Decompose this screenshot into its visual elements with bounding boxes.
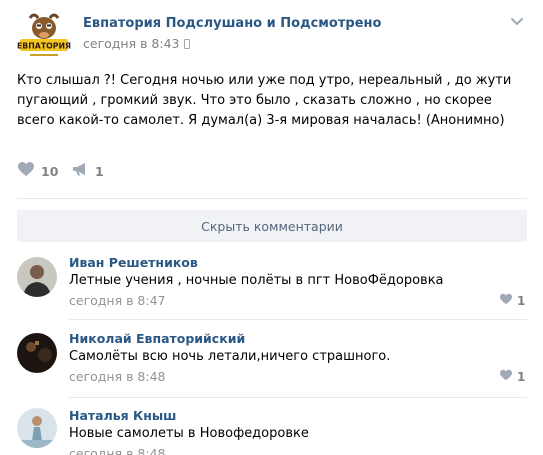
- heart-icon: [499, 369, 513, 385]
- comment-time[interactable]: сегодня в 8:47: [69, 293, 166, 308]
- avatar[interactable]: [17, 333, 57, 373]
- comment-author-link[interactable]: Иван Решетников: [69, 255, 198, 270]
- mobile-icon: [183, 39, 190, 49]
- avatar[interactable]: [17, 408, 57, 448]
- post-actions: 10 1: [17, 161, 527, 181]
- comment-author-link[interactable]: Наталья Кныш: [69, 408, 176, 423]
- comment-time[interactable]: сегодня в 8:48: [69, 369, 166, 384]
- hide-comments-button[interactable]: Скрыть комментарии: [17, 210, 527, 242]
- share-count: 1: [95, 163, 104, 179]
- comment-like-button[interactable]: 1: [499, 369, 525, 385]
- group-avatar[interactable]: ЕВПАТОРИЯ: [16, 8, 72, 64]
- avatar[interactable]: [17, 257, 57, 297]
- comment-item: Николай Евпаторийский Самолёты всю ночь …: [0, 328, 543, 400]
- comment-like-button[interactable]: 1: [499, 293, 525, 309]
- share-button[interactable]: 1: [72, 161, 104, 181]
- comment-item: Иван Решетников Летные учения , ночные п…: [0, 250, 543, 320]
- heart-icon: [17, 161, 35, 181]
- divider: [69, 397, 527, 398]
- post-text: Кто слышал ?! Сегодня ночью или уже под …: [17, 73, 512, 128]
- comment-time[interactable]: сегодня в 8:48: [69, 446, 166, 455]
- divider: [69, 319, 527, 320]
- comment-like-count: 1: [517, 294, 526, 308]
- chevron-down-icon[interactable]: [510, 14, 524, 28]
- comment-item: Наталья Кныш Новые самолеты в Новофедоро…: [0, 404, 543, 455]
- post-time-text: сегодня в 8:43: [83, 36, 180, 51]
- comment-text: Новые самолеты в Новофедоровке: [69, 426, 309, 441]
- divider: [17, 198, 527, 199]
- like-count: 10: [41, 163, 59, 179]
- like-button[interactable]: 10: [17, 161, 58, 181]
- comment-text: Летные учения , ночные полёты в пгт Ново…: [69, 273, 444, 288]
- comment-author-link[interactable]: Николай Евпаторийский: [69, 331, 245, 346]
- group-avatar-logo-text: ЕВПАТОРИЯ: [17, 42, 71, 51]
- group-name-link[interactable]: Евпатория Подслушано и Подсмотрено: [83, 16, 381, 31]
- post-header: ЕВПАТОРИЯ Евпатория Подслушано и Подсмот…: [0, 0, 543, 70]
- comment-like-count: 1: [517, 370, 526, 384]
- post-time[interactable]: сегодня в 8:43: [83, 36, 190, 51]
- comment-text: Самолёты всю ночь летали,ничего страшног…: [69, 349, 391, 364]
- heart-icon: [499, 293, 513, 309]
- megaphone-icon: [72, 162, 89, 180]
